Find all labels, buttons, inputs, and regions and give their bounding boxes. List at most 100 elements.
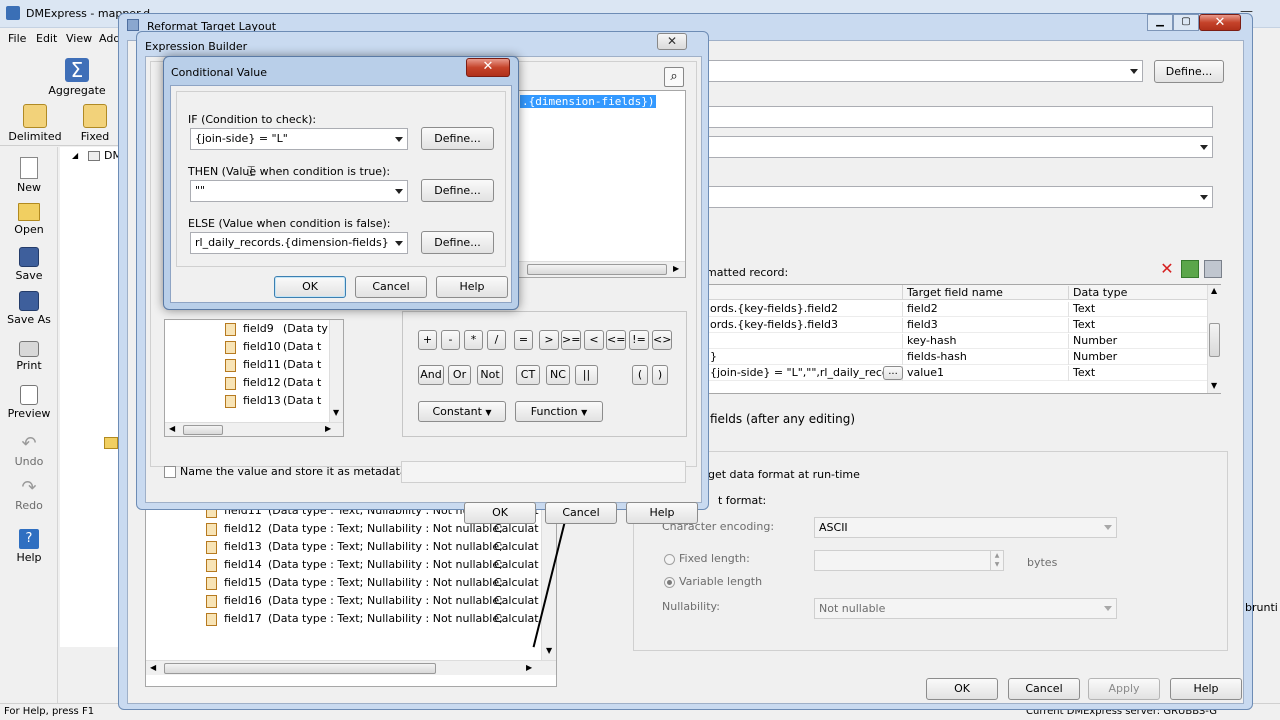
table-vscroll[interactable]: ▲ ▼ — [1207, 285, 1221, 393]
sidebar-print[interactable]: Print — [0, 341, 60, 372]
search-icon[interactable]: ⌕ — [664, 67, 684, 87]
eb-help-button[interactable]: Help — [626, 502, 698, 524]
if-combo[interactable]: {join-side} = "L" — [190, 128, 408, 150]
list-item[interactable]: field13 (Data type : Text; Nullability : N… — [206, 540, 539, 558]
operator-button-10[interactable]: <> — [652, 330, 672, 350]
not-button[interactable]: Not — [477, 365, 503, 385]
list-item[interactable]: field14 (Data type : Text; Nullability : N… — [206, 558, 539, 576]
row-source-expression[interactable]: ords.{key-fields}.field3 — [707, 318, 903, 333]
expression-hscroll-thumb[interactable] — [527, 264, 667, 275]
reformat-define-button[interactable]: Define... — [1154, 60, 1224, 83]
open-paren-button[interactable]: ( — [632, 365, 648, 385]
else-define-button[interactable]: Define... — [421, 231, 494, 254]
metadata-checkbox[interactable]: Name the value and store it as metadata — [164, 465, 407, 478]
sidebar-redo[interactable]: ↷ Redo — [0, 479, 60, 513]
operator-button-3[interactable]: / — [487, 330, 506, 350]
table-row[interactable]: ords.{key-fields}.field3 field3 Text — [707, 317, 1207, 333]
operator-button-5[interactable]: > — [539, 330, 559, 350]
row-data-type[interactable]: Text — [1070, 366, 1207, 381]
layout-name-input[interactable] — [708, 106, 1213, 128]
nullability-select[interactable]: Not nullable — [814, 598, 1117, 619]
reformat-close-button[interactable]: ✕ — [1199, 14, 1241, 31]
row-source-expression[interactable]: {join-side} = "L","",rl_daily_records. — [707, 366, 903, 381]
metadata-name-input[interactable] — [401, 461, 686, 483]
table-row[interactable]: ords.{key-fields}.field2 field2 Text — [707, 301, 1207, 317]
source-hscroll-thumb[interactable] — [164, 663, 436, 674]
sidebar-open[interactable]: Open — [0, 203, 60, 236]
row-data-type[interactable]: Number — [1070, 334, 1207, 349]
else-combo[interactable]: rl_daily_records.{dimension-fields} — [190, 232, 408, 254]
eb-field-vscroll[interactable]: ▼ — [329, 320, 343, 422]
spinner-icon[interactable]: ▲ ▼ — [990, 550, 1004, 571]
constant-button[interactable]: Constant ▼ — [418, 401, 506, 422]
table-row[interactable]: key-hash Number — [707, 333, 1207, 349]
menu-edit[interactable]: Edit — [36, 32, 57, 45]
operator-button-4[interactable]: = — [514, 330, 533, 350]
row-data-type[interactable]: Number — [1070, 350, 1207, 365]
expression-editor[interactable]: .{dimension-fields}) ▶ — [516, 90, 686, 278]
col-data-type[interactable]: Data type — [1070, 286, 1207, 300]
list-item[interactable]: field12 (Data t — [225, 376, 329, 394]
row-target-field-name[interactable]: value1 — [904, 366, 1069, 381]
conditional-help-button[interactable]: Help — [436, 276, 508, 298]
menu-file[interactable]: File — [8, 32, 26, 45]
list-item[interactable]: field16 (Data type : Text; Nullability : N… — [206, 594, 539, 612]
row-data-type[interactable]: Text — [1070, 318, 1207, 333]
col-target-field-name[interactable]: Target field name — [904, 286, 1069, 300]
layout-combo-2[interactable] — [708, 136, 1213, 158]
reformat-apply-button[interactable]: Apply — [1088, 678, 1160, 700]
properties-icon[interactable] — [1204, 260, 1222, 278]
source-hscroll[interactable]: ◀ ▶ — [146, 660, 556, 675]
row-source-expression[interactable]: } — [707, 350, 903, 365]
or-button[interactable]: Or — [448, 365, 471, 385]
row-ellipsis-button[interactable]: ... — [883, 366, 903, 380]
sidebar-preview[interactable]: Preview — [0, 385, 60, 420]
sidebar-save[interactable]: Save — [0, 247, 60, 282]
then-combo[interactable]: "" — [190, 180, 408, 202]
reformat-help-button[interactable]: Help — [1170, 678, 1242, 700]
layout-combo-3[interactable] — [708, 186, 1213, 208]
table-row[interactable]: } fields-hash Number — [707, 349, 1207, 365]
conditional-ok-button[interactable]: OK — [274, 276, 346, 298]
row-target-field-name[interactable]: field2 — [904, 302, 1069, 317]
reformat-cancel-button[interactable]: Cancel — [1008, 678, 1080, 700]
eb-ok-button[interactable]: OK — [464, 502, 536, 524]
delete-icon[interactable]: ✕ — [1158, 260, 1176, 278]
table-row[interactable]: {join-side} = "L","",rl_daily_records. va… — [707, 365, 1207, 381]
target-layout-combo[interactable] — [708, 60, 1143, 82]
expression-hscroll[interactable]: ▶ — [517, 261, 685, 277]
move-up-icon[interactable] — [1181, 260, 1199, 278]
row-data-type[interactable]: Text — [1070, 302, 1207, 317]
eb-field-hscroll[interactable]: ◀ ▶ — [165, 422, 343, 436]
char-encoding-select[interactable]: ASCII — [814, 517, 1117, 538]
toolbar-aggregate[interactable]: Σ Aggregate — [46, 58, 108, 97]
function-button[interactable]: Function ▼ — [515, 401, 603, 422]
conditional-cancel-button[interactable]: Cancel — [355, 276, 427, 298]
reformat-maximize-button[interactable]: ▢ — [1173, 14, 1199, 31]
toolbar-fixed[interactable]: Fixed — [64, 104, 126, 143]
toolbar-delimited[interactable]: Delimited — [4, 104, 66, 143]
operator-button-9[interactable]: != — [629, 330, 649, 350]
sidebar-new[interactable]: New — [0, 157, 60, 194]
tree-expand-icon[interactable]: ◢ — [72, 151, 78, 160]
list-item[interactable]: field12 (Data type : Text; Nullability : N… — [206, 522, 539, 540]
fixed-length-radio[interactable]: Fixed length: — [664, 552, 750, 565]
operator-button-2[interactable]: * — [464, 330, 483, 350]
reformat-ok-button[interactable]: OK — [926, 678, 998, 700]
concat-button[interactable]: || — [575, 365, 598, 385]
then-define-button[interactable]: Define... — [421, 179, 494, 202]
sidebar-save-as[interactable]: Save As — [0, 291, 60, 326]
if-define-button[interactable]: Define... — [421, 127, 494, 150]
table-vscroll-thumb[interactable] — [1209, 323, 1220, 357]
list-item[interactable]: field13 (Data t — [225, 394, 329, 412]
ct-button[interactable]: CT — [516, 365, 540, 385]
eb-cancel-button[interactable]: Cancel — [545, 502, 617, 524]
operator-button-0[interactable]: + — [418, 330, 437, 350]
sidebar-undo[interactable]: ↶ Undo — [0, 435, 60, 469]
nc-button[interactable]: NC — [546, 365, 570, 385]
operator-button-7[interactable]: < — [584, 330, 604, 350]
list-item[interactable]: field15 (Data type : Text; Nullability : N… — [206, 576, 539, 594]
list-item[interactable]: field9 (Data ty — [225, 322, 329, 340]
row-target-field-name[interactable]: key-hash — [904, 334, 1069, 349]
conditional-close-button[interactable]: ✕ — [466, 58, 510, 77]
